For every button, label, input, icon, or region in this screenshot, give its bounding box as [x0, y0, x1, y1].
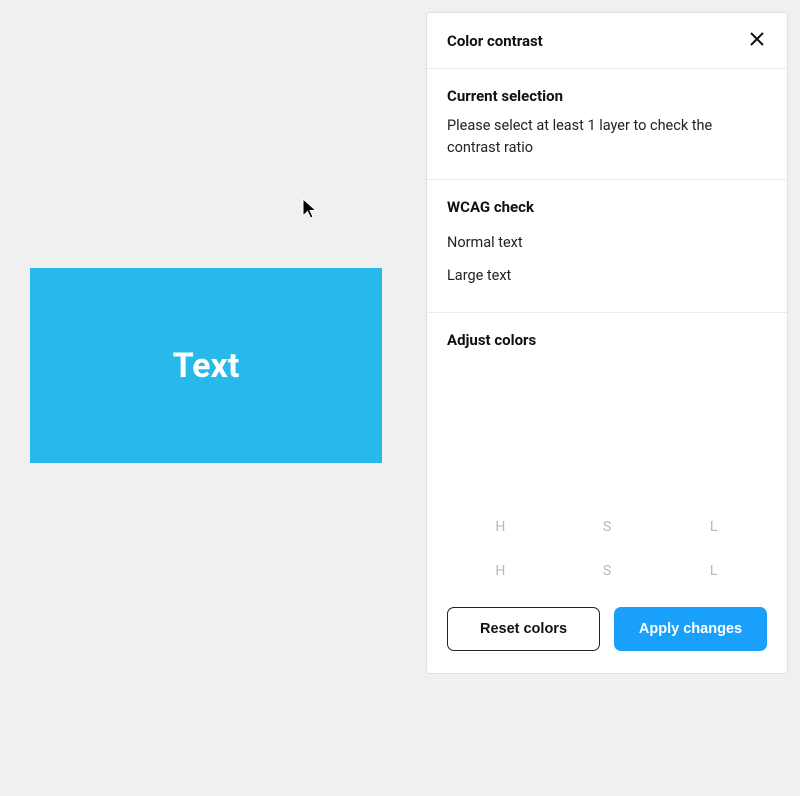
hsl-row-2: H S L [447, 563, 767, 579]
canvas-sample-rect[interactable]: Text [30, 268, 382, 463]
panel-header: Color contrast [427, 13, 787, 69]
color-contrast-panel: Color contrast Current selection Please … [426, 12, 788, 674]
button-row: Reset colors Apply changes [447, 607, 767, 651]
wcag-normal-text-row: Normal text [447, 226, 767, 259]
apply-changes-button[interactable]: Apply changes [614, 607, 767, 651]
hsl-h-label-1: H [448, 519, 554, 535]
adjust-colors-heading: Adjust colors [447, 331, 767, 349]
close-button[interactable] [747, 29, 767, 52]
current-selection-message: Please select at least 1 layer to check … [447, 115, 767, 159]
wcag-heading: WCAG check [447, 198, 767, 216]
wcag-large-text-row: Large text [447, 259, 767, 292]
hsl-row-1: H S L [447, 519, 767, 535]
wcag-check-section: WCAG check Normal text Large text [427, 180, 787, 313]
hsl-l-label-1: L [661, 519, 767, 535]
canvas-sample-text: Text [173, 346, 240, 386]
hsl-s-label-2: S [554, 563, 660, 579]
panel-title: Color contrast [447, 32, 543, 50]
hsl-controls: H S L H S L [447, 519, 767, 579]
adjust-colors-section: Adjust colors H S L H S L Reset colors A… [427, 313, 787, 673]
hsl-s-label-1: S [554, 519, 660, 535]
hsl-l-label-2: L [661, 563, 767, 579]
reset-colors-button[interactable]: Reset colors [447, 607, 600, 651]
cursor-icon [302, 198, 322, 222]
current-selection-section: Current selection Please select at least… [427, 69, 787, 180]
current-selection-heading: Current selection [447, 87, 767, 105]
close-icon [749, 31, 765, 50]
hsl-h-label-2: H [448, 563, 554, 579]
